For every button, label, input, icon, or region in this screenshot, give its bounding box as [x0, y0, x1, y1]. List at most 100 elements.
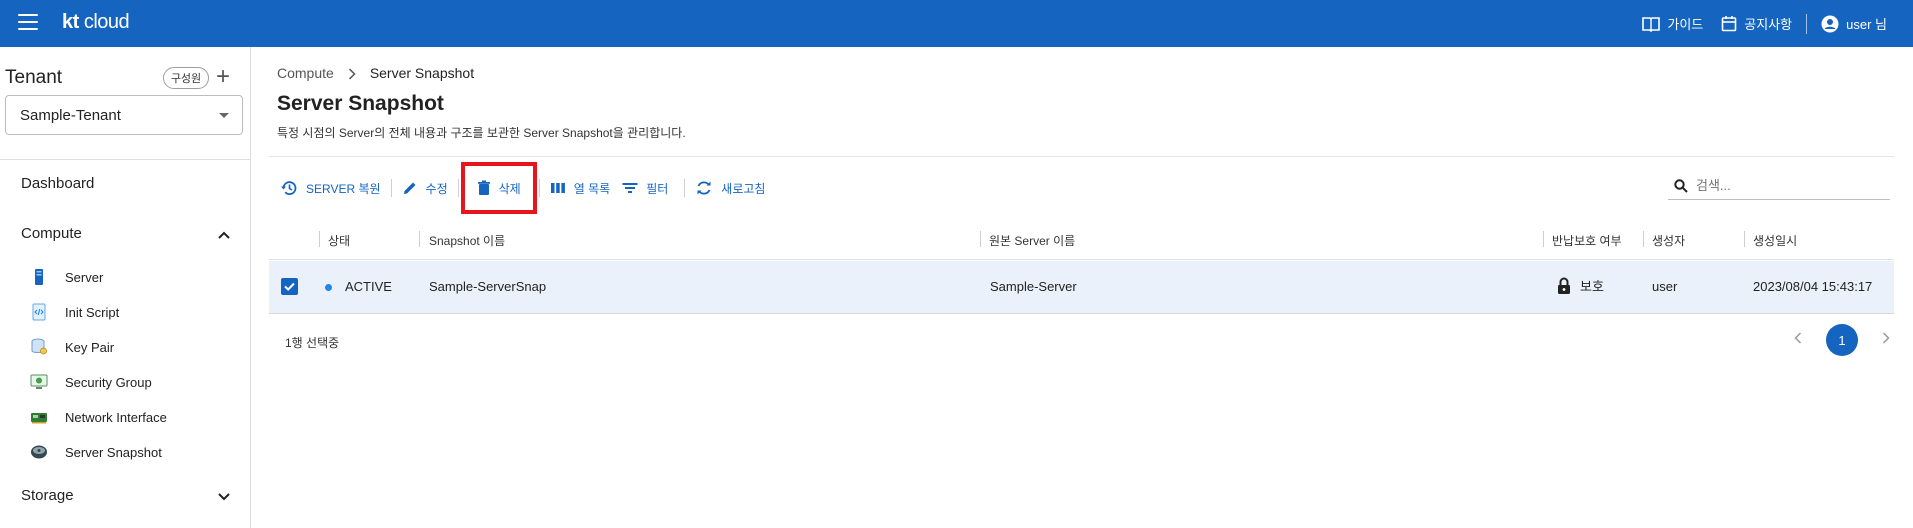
- server-restore-button[interactable]: SERVER 복원: [276, 174, 385, 202]
- sidebar-item-label: Server Snapshot: [65, 444, 162, 460]
- toolbar-divider: [457, 179, 459, 197]
- breadcrumb-current: Server Snapshot: [369, 65, 475, 81]
- calendar-icon: [1721, 16, 1737, 32]
- security-group-icon: [30, 373, 48, 391]
- columns-button[interactable]: 열 목록: [546, 174, 614, 202]
- sidebar-divider: [0, 159, 251, 160]
- sidebar-item-label: Server: [65, 269, 104, 285]
- trash-icon: [477, 180, 490, 195]
- column-divider: [1744, 231, 1745, 247]
- top-right-menu: 가이드 공지사항 user 님: [1642, 0, 1887, 47]
- source-server-cell: Sample-Server: [990, 279, 1077, 294]
- column-divider: [1543, 231, 1544, 247]
- top-divider: [1806, 13, 1808, 34]
- sidebar-item-label: Security Group: [65, 374, 152, 390]
- tenant-select[interactable]: Sample-Tenant: [5, 95, 243, 135]
- menu-icon[interactable]: [18, 14, 38, 32]
- page-title: Server Snapshot: [277, 92, 444, 115]
- server-icon: [30, 268, 48, 286]
- kt-cloud-logo[interactable]: kt cloud: [62, 11, 130, 34]
- delete-label: 삭제: [498, 181, 521, 196]
- snapshot-icon: [30, 443, 48, 461]
- book-icon: [1642, 16, 1661, 32]
- sidebar-group-storage[interactable]: Storage: [21, 487, 231, 504]
- column-header-source-server[interactable]: 원본 Server 이름: [989, 232, 1075, 249]
- search-icon: [1674, 178, 1688, 193]
- filter-button[interactable]: 필터: [618, 174, 672, 202]
- search-input[interactable]: [1696, 178, 1866, 193]
- table-row[interactable]: ACTIVE Sample-ServerSnap Sample-Server 보…: [269, 261, 1894, 314]
- sidebar-item-server[interactable]: Server: [30, 268, 103, 286]
- guide-link[interactable]: 가이드: [1642, 14, 1703, 33]
- check-icon: [284, 282, 295, 291]
- toolbar-divider: [684, 179, 686, 197]
- filter-label: 필터: [646, 181, 669, 196]
- chevron-down-icon: [218, 493, 230, 501]
- protection-label: 보호: [1580, 279, 1604, 294]
- sidebar-item-key-pair[interactable]: Key Pair: [30, 338, 114, 356]
- table-header: 상태 Snapshot 이름 원본 Server 이름 반납보호 여부 생성자 …: [269, 220, 1894, 260]
- sidebar: Tenant 구성원 + Sample-Tenant Dashboard Com…: [0, 47, 251, 528]
- column-divider: [1643, 231, 1644, 247]
- sidebar-group-compute[interactable]: Compute: [21, 225, 231, 242]
- logo-cloud-text: cloud: [83, 11, 130, 33]
- breadcrumb-compute[interactable]: Compute: [277, 65, 334, 83]
- sidebar-item-dashboard[interactable]: Dashboard: [21, 175, 94, 192]
- page-button-current[interactable]: 1: [1826, 324, 1858, 356]
- content-divider: [269, 156, 1894, 157]
- filter-list-icon: [622, 183, 638, 193]
- column-divider: [419, 231, 420, 247]
- storage-label: Storage: [21, 487, 74, 504]
- toolbar-divider: [390, 179, 392, 197]
- chevron-left-icon[interactable]: [1790, 331, 1806, 349]
- search-box[interactable]: [1668, 172, 1890, 200]
- created-at-cell: 2023/08/04 15:43:17: [1753, 279, 1873, 294]
- sidebar-item-security-group[interactable]: Security Group: [30, 373, 152, 391]
- refresh-icon: [697, 181, 711, 195]
- chevron-up-icon: [218, 231, 230, 239]
- member-chip[interactable]: 구성원: [163, 67, 209, 89]
- edit-button[interactable]: 수정: [398, 174, 452, 202]
- breadcrumb: Compute Server Snapshot: [277, 65, 474, 83]
- column-header-snapshot-name[interactable]: Snapshot 이름: [429, 232, 505, 249]
- sidebar-item-label: Key Pair: [65, 339, 115, 355]
- tenant-selected-value: Sample-Tenant: [20, 106, 121, 124]
- sidebar-item-server-snapshot[interactable]: Server Snapshot: [30, 443, 162, 461]
- column-header-created-at[interactable]: 생성일시: [1753, 232, 1797, 249]
- compute-label: Compute: [21, 225, 82, 242]
- network-interface-icon: [30, 408, 48, 426]
- add-tenant-button[interactable]: +: [216, 64, 230, 90]
- tenant-title: Tenant: [5, 67, 63, 88]
- breadcrumb-separator-icon: [348, 65, 356, 83]
- guide-label: 가이드: [1667, 17, 1704, 32]
- sidebar-item-label: Network Interface: [65, 409, 167, 425]
- sidebar-item-init-script[interactable]: Init Script: [30, 303, 119, 321]
- pagination: 1: [1790, 324, 1894, 356]
- notice-link[interactable]: 공지사항: [1721, 14, 1792, 33]
- pencil-icon: [403, 182, 416, 194]
- chevron-right-icon[interactable]: [1878, 331, 1894, 349]
- creator-cell: user: [1652, 279, 1678, 294]
- logo-kt-text: kt: [62, 11, 79, 33]
- user-label: user 님: [1846, 17, 1887, 32]
- sidebar-item-network-interface[interactable]: Network Interface: [30, 408, 167, 426]
- status-cell: ACTIVE: [345, 279, 392, 294]
- column-header-creator[interactable]: 생성자: [1652, 232, 1685, 249]
- sidebar-item-label: Init Script: [65, 304, 120, 320]
- key-pair-icon: [30, 338, 48, 356]
- script-icon: [30, 303, 48, 321]
- dropdown-arrow-icon: [219, 113, 229, 118]
- selection-count: 1행 선택중: [285, 336, 340, 350]
- notice-label: 공지사항: [1744, 17, 1793, 32]
- refresh-button[interactable]: 새로고침: [691, 174, 769, 202]
- edit-label: 수정: [425, 181, 448, 196]
- delete-button[interactable]: 삭제: [460, 162, 537, 214]
- user-menu[interactable]: user 님: [1821, 14, 1887, 33]
- restore-label: SERVER 복원: [306, 181, 381, 196]
- column-divider: [319, 231, 320, 247]
- column-header-status[interactable]: 상태: [328, 232, 350, 249]
- column-header-protection[interactable]: 반납보호 여부: [1552, 232, 1622, 249]
- restore-history-icon: [281, 181, 297, 195]
- row-checkbox[interactable]: [281, 278, 298, 295]
- status-dot: [325, 284, 332, 291]
